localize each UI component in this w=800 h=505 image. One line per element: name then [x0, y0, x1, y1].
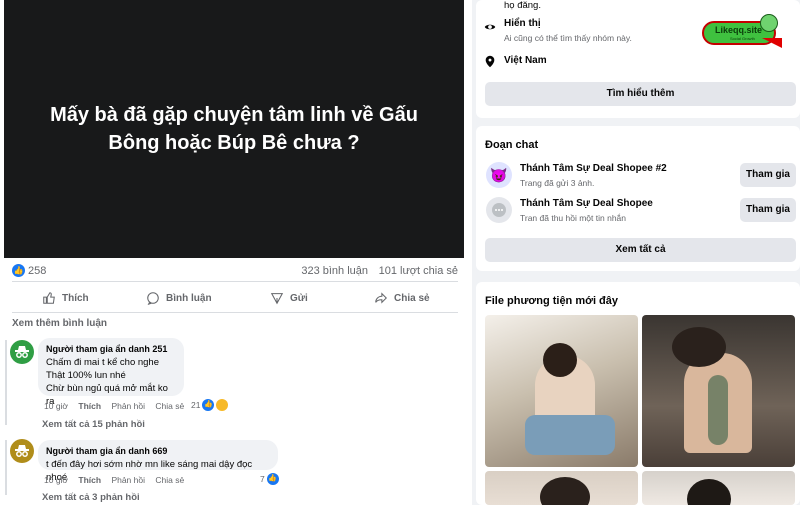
- chat-avatar-bubble-icon[interactable]: [486, 197, 512, 223]
- video-caption: Mấy bà đã gặp chuyện tâm linh về Gấu Bôn…: [24, 101, 444, 157]
- comment-share-button[interactable]: Chia sẻ: [155, 475, 184, 485]
- like-button[interactable]: Thích: [42, 287, 89, 309]
- chats-card: Đoạn chat 😈 Thánh Tâm Sự Deal Shopee #2 …: [476, 126, 800, 271]
- send-button[interactable]: Gửi: [270, 287, 308, 309]
- comment-icon: [147, 292, 159, 305]
- like-reaction-icon: 👍: [266, 473, 279, 485]
- reaction-count: 21: [191, 400, 201, 410]
- like-reaction-icon: 👍: [202, 399, 215, 411]
- chat-last-message: Trang đã gửi 3 ảnh.: [520, 178, 595, 188]
- view-more-comments-link[interactable]: Xem thêm bình luận: [12, 318, 107, 329]
- chat-last-message: Tran đã thu hồi một tin nhắn: [520, 213, 627, 223]
- share-count[interactable]: 101 lượt chia sẻ: [379, 265, 458, 277]
- comment-text: Chấm đi mai t kể cho nghe: [46, 357, 160, 368]
- location-pin-icon: [485, 55, 495, 68]
- reaction-count[interactable]: 258: [28, 265, 46, 277]
- comment-reactions[interactable]: 7 👍: [260, 473, 279, 485]
- thumbnail-hair: [687, 479, 731, 505]
- logo-text: Likeqq.site: [715, 25, 763, 35]
- comment-meta: 10 giờ Thích Phản hồi Chia sẻ: [44, 475, 192, 485]
- reaction-count: 7: [260, 474, 265, 484]
- comment-meta: 10 giờ Thích Phản hồi Chia sẻ: [44, 401, 192, 411]
- learn-more-button[interactable]: Tìm hiểu thêm: [485, 82, 796, 106]
- thumbnail-hair: [543, 343, 577, 377]
- thumbnail-tattoo: [708, 375, 728, 445]
- share-label: Chia sẻ: [394, 292, 430, 304]
- comment-reply-button[interactable]: Phản hồi: [111, 475, 145, 485]
- incognito-icon: [15, 445, 29, 457]
- send-label: Gửi: [290, 292, 308, 304]
- chat-name[interactable]: Thánh Tâm Sự Deal Shopee: [520, 198, 653, 209]
- comment-time[interactable]: 10 giờ: [44, 475, 68, 485]
- media-title: File phương tiện mới đây: [485, 295, 619, 307]
- thread-line: [5, 340, 7, 425]
- join-chat-button[interactable]: Tham gia: [740, 198, 796, 222]
- thread-line: [5, 440, 7, 495]
- comment-reactions[interactable]: 21 👍: [191, 399, 229, 411]
- comment-time[interactable]: 10 giờ: [44, 401, 68, 411]
- incognito-icon: [15, 346, 29, 358]
- media-thumbnail[interactable]: [642, 471, 795, 505]
- chats-title: Đoạn chat: [485, 139, 539, 151]
- comment-button[interactable]: Bình luận: [146, 287, 212, 309]
- comment-like-button[interactable]: Thích: [78, 475, 101, 485]
- chat-name[interactable]: Thánh Tâm Sự Deal Shopee #2: [520, 163, 667, 174]
- send-icon: [270, 293, 284, 305]
- thumbs-up-icon: [43, 292, 55, 304]
- arrow-shape: [762, 38, 782, 48]
- comment-reply-button[interactable]: Phản hồi: [111, 401, 145, 411]
- anonymous-avatar[interactable]: [10, 340, 34, 364]
- comment-label: Bình luận: [166, 292, 212, 304]
- comment-text: Thật 100% lun nhé: [46, 370, 126, 381]
- view-replies-link[interactable]: Xem tất cả 15 phản hồi: [42, 419, 145, 430]
- location-text: Việt Nam: [504, 55, 547, 66]
- comment-share-button[interactable]: Chia sẻ: [155, 401, 184, 411]
- about-text: họ đăng.: [504, 0, 541, 11]
- post-actions: Thích Bình luận Gửi Chia sẻ: [12, 287, 458, 309]
- see-all-chats-button[interactable]: Xem tất cả: [485, 238, 796, 262]
- comment-like-button[interactable]: Thích: [78, 401, 101, 411]
- comment-bubble: Người tham gia ẩn danh 251 Chấm đi mai t…: [38, 338, 184, 407]
- share-icon: [375, 292, 387, 304]
- media-card: File phương tiện mới đây: [476, 282, 800, 505]
- comment-bubble: Người tham gia ẩn danh 669 t đến đây hơi…: [38, 440, 278, 483]
- divider: [12, 281, 458, 282]
- video-caption-line-1: Mấy bà đã gặp chuyện tâm linh về Gấu: [50, 104, 418, 126]
- visibility-description: Ai cũng có thể tìm thấy nhóm này.: [504, 33, 632, 43]
- site-logo: Likeqq.site Social Growth: [702, 14, 784, 56]
- thumbnail-skirt: [525, 415, 615, 455]
- visibility-title: Hiển thị: [504, 18, 541, 29]
- smiley-icon: [760, 14, 778, 32]
- thumbnail-hair: [540, 477, 590, 505]
- video-player[interactable]: Mấy bà đã gặp chuyện tâm linh về Gấu Bôn…: [4, 0, 464, 258]
- post-card: Mấy bà đã gặp chuyện tâm linh về Gấu Bôn…: [0, 0, 472, 505]
- view-replies-link[interactable]: Xem tất cả 3 phản hồi: [42, 492, 140, 503]
- share-button[interactable]: Chia sẻ: [374, 287, 430, 309]
- media-thumbnail[interactable]: [642, 315, 795, 467]
- post-stats: 👍 258 323 bình luận 101 lượt chia sẻ: [12, 263, 458, 279]
- divider: [12, 312, 458, 313]
- join-chat-button[interactable]: Tham gia: [740, 163, 796, 187]
- comment-author[interactable]: Người tham gia ẩn danh 669: [46, 445, 270, 458]
- haha-reaction-icon: [216, 399, 229, 411]
- like-reaction-icon: 👍: [12, 264, 25, 277]
- chat-avatar-emoji-icon[interactable]: 😈: [486, 162, 512, 188]
- media-thumbnail[interactable]: [485, 315, 638, 467]
- eye-icon: [484, 24, 496, 30]
- video-caption-line-2: Bông hoặc Búp Bê chưa ?: [108, 132, 360, 154]
- logo-subtext: Social Growth: [730, 36, 755, 41]
- comment-count[interactable]: 323 bình luận: [301, 265, 368, 277]
- thumbnail-hair: [672, 327, 726, 367]
- comment-author[interactable]: Người tham gia ẩn danh 251: [46, 343, 176, 356]
- anonymous-avatar[interactable]: [10, 439, 34, 463]
- media-thumbnail[interactable]: [485, 471, 638, 505]
- like-label: Thích: [62, 292, 89, 304]
